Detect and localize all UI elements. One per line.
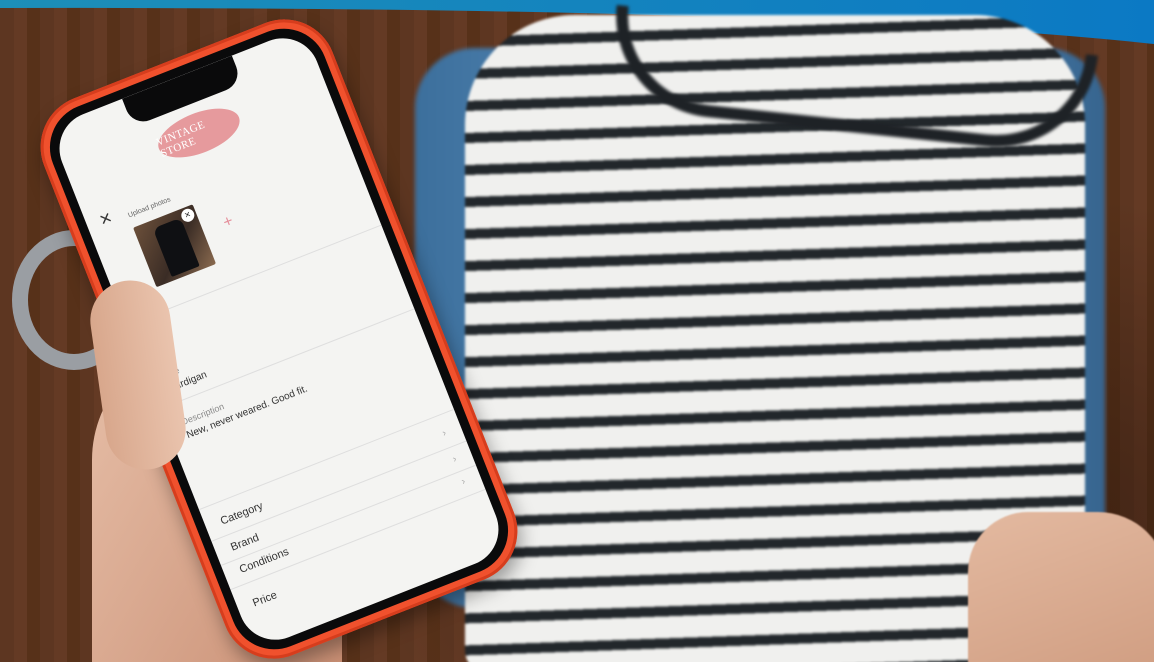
close-icon[interactable]: × [96,207,115,232]
cardigan-image [152,217,200,277]
plus-icon[interactable]: + [221,212,236,232]
chevron-right-icon: › [459,476,468,488]
conditions-row[interactable]: Conditions [238,546,291,576]
price-row[interactable]: Price [251,589,279,609]
chevron-right-icon: › [451,453,459,466]
divider [220,464,477,566]
right-hand [968,512,1154,662]
photo-scene: VINTAGE STORE × Upload photos × + Title … [0,0,1154,662]
divider [211,440,467,542]
remove-photo-icon[interactable]: × [179,206,197,224]
uploaded-photo-thumbnail[interactable]: × [133,204,217,288]
chevron-right-icon: › [440,427,449,440]
